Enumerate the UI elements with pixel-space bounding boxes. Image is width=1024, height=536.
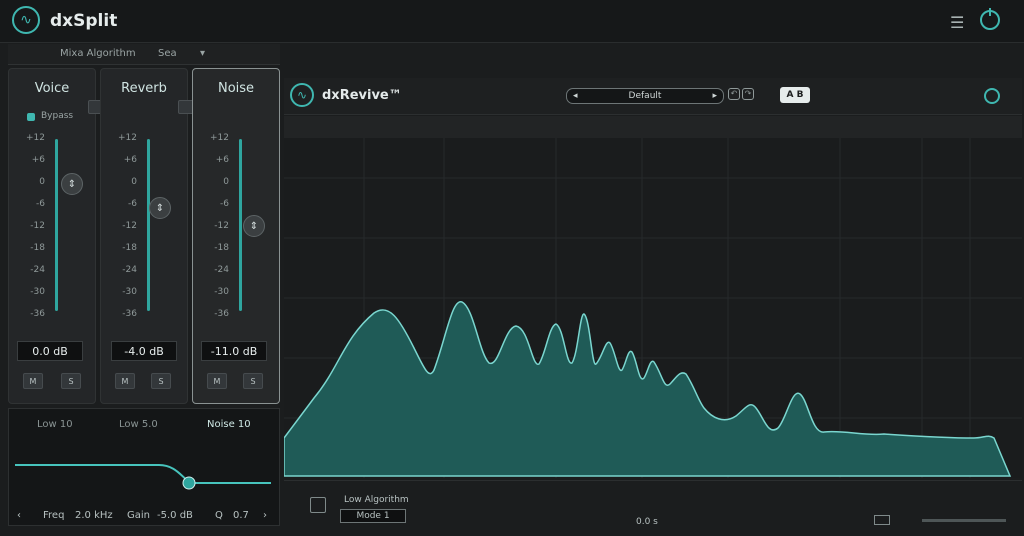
mute-button[interactable]: M [23, 373, 43, 389]
meter-tick: -24 [122, 265, 137, 275]
meter-tick: +12 [210, 133, 229, 143]
bypass-label: Bypass [41, 111, 74, 121]
hamburger-menu-icon[interactable]: ☰ [950, 13, 964, 32]
meter-tick: -12 [30, 221, 45, 231]
fader-knob[interactable]: ⇕ [243, 215, 265, 237]
freq-value[interactable]: 2.0 kHz [75, 510, 113, 521]
plugin-power-icon[interactable] [984, 88, 1000, 104]
settings-icon[interactable] [310, 497, 326, 513]
app-title: dxSplit [50, 11, 118, 31]
meter-tick: -36 [30, 309, 45, 319]
top-bar [0, 0, 1024, 43]
meter-tick: +12 [118, 133, 137, 143]
fader-track[interactable] [147, 139, 150, 311]
chevron-right-icon[interactable]: › [263, 510, 267, 521]
meter-tick: -6 [36, 199, 45, 209]
meter-tick: -18 [122, 243, 137, 253]
meter-tick: -30 [30, 287, 45, 297]
graph-header-strip [284, 116, 1022, 138]
preset-row[interactable]: Mixa Algorithm Sea ▾ [8, 44, 280, 65]
preset-selector[interactable]: ◂ Default ▸ [566, 88, 724, 104]
meter-tick: +6 [31, 155, 45, 165]
solo-button[interactable]: S [243, 373, 263, 389]
channel-name: Reverb [121, 81, 167, 96]
fader-knob[interactable]: ⇕ [61, 173, 83, 195]
spectrum-graph[interactable] [283, 138, 1022, 478]
fader-track[interactable] [239, 139, 242, 311]
output-meter [922, 519, 1006, 522]
fader-track[interactable] [55, 139, 58, 311]
gain-label: Gain [127, 510, 150, 521]
channel-value[interactable]: -4.0 dB [111, 341, 177, 361]
algorithm-select[interactable]: Mode 1 [340, 509, 406, 523]
meter-tick: 0 [39, 177, 45, 187]
next-preset-icon[interactable]: ▸ [712, 89, 717, 103]
meter-tick: +12 [26, 133, 45, 143]
wave-logo-icon: ∿ [12, 6, 40, 34]
bypass-checkbox[interactable] [27, 113, 35, 121]
channel-value[interactable]: 0.0 dB [17, 341, 83, 361]
meter-tick: -30 [122, 287, 137, 297]
meter-tick: -6 [220, 199, 229, 209]
solo-button[interactable]: S [61, 373, 81, 389]
chevron-down-icon[interactable]: ▾ [200, 48, 205, 59]
mute-button[interactable]: M [207, 373, 227, 389]
channel-name: Noise [217, 81, 255, 96]
plugin-logo-icon: ∿ [290, 83, 314, 107]
meter-tick: -24 [30, 265, 45, 275]
undo-icon[interactable]: ↶ [728, 88, 740, 100]
meter-tick: +6 [215, 155, 229, 165]
preset-name: Default [628, 91, 662, 101]
plugin-header: ∿ dxRevive™ ◂ Default ▸ ↶ ↷ A B [284, 78, 1022, 115]
meter-tick: -18 [214, 243, 229, 253]
meter-tick: 0 [131, 177, 137, 187]
prev-preset-icon[interactable]: ◂ [573, 89, 578, 103]
mute-button[interactable]: M [115, 373, 135, 389]
fader-knob[interactable]: ⇕ [149, 197, 171, 219]
filter-curve[interactable] [9, 443, 279, 503]
chevron-left-icon[interactable]: ‹ [17, 510, 21, 521]
tab-low-5[interactable]: Low 5.0 [119, 419, 158, 430]
redo-icon[interactable]: ↷ [742, 88, 754, 100]
channel-value[interactable]: -11.0 dB [201, 341, 267, 361]
channel-noise: Noise +12 +6 0 -6 -12 -18 -24 -30 -36 ⇕ … [192, 68, 280, 404]
meter-tick: -24 [214, 265, 229, 275]
filter-panel: Low 10 Low 5.0 Noise 10 ‹ Freq 2.0 kHz G… [8, 408, 280, 526]
preset-label: Mixa Algorithm [60, 48, 136, 59]
meter-tick: +6 [123, 155, 137, 165]
channel-voice: Voice Bypass +12 +6 0 -6 -12 -18 -24 -30… [8, 68, 96, 404]
meter-toggle-icon[interactable] [874, 515, 890, 525]
channel-reverb: Reverb +12 +6 0 -6 -12 -18 -24 -30 -36 ⇕… [100, 68, 188, 404]
center-readout: 0.0 s [636, 517, 658, 527]
meter-tick: -6 [128, 199, 137, 209]
q-value[interactable]: 0.7 [233, 510, 249, 521]
tab-noise-10[interactable]: Noise 10 [207, 419, 251, 430]
plugin-bottom-controls: Low Algorithm Mode 1 0.0 s [284, 480, 1022, 527]
plugin-name: dxRevive™ [322, 88, 402, 103]
meter-tick: -18 [30, 243, 45, 253]
meter-tick: -12 [122, 221, 137, 231]
meter-tick: -30 [214, 287, 229, 297]
algorithm-label: Low Algorithm [344, 495, 409, 505]
meter-tick: -12 [214, 221, 229, 231]
meter-tick: -36 [214, 309, 229, 319]
tab-low-10[interactable]: Low 10 [37, 419, 73, 430]
spectrum-fill [283, 301, 1012, 477]
gain-value[interactable]: -5.0 dB [157, 510, 193, 521]
preset-mode: Sea [158, 48, 177, 59]
ab-compare-button[interactable]: A B [780, 87, 810, 103]
solo-button[interactable]: S [151, 373, 171, 389]
freq-label: Freq [43, 510, 65, 521]
channel-name: Voice [34, 81, 70, 96]
q-label: Q [215, 510, 223, 521]
meter-tick: -36 [122, 309, 137, 319]
spectrum-svg [283, 138, 1022, 478]
power-icon[interactable] [980, 8, 1000, 30]
meter-tick: 0 [223, 177, 229, 187]
